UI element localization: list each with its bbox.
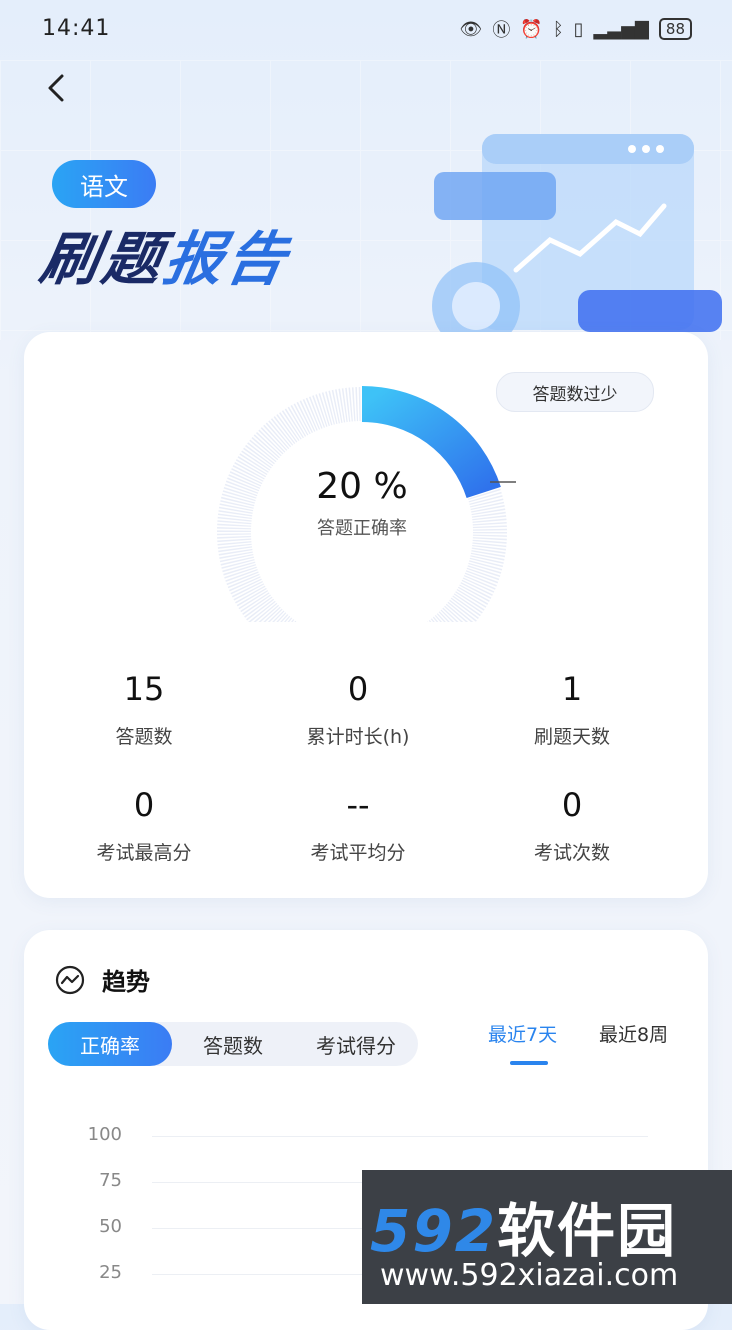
page-title-part2: 报告 xyxy=(159,225,296,293)
status-icons: 👁 Ⓝ ⏰ ᛒ ▯ ▂▃▅▇ 88 xyxy=(460,16,692,42)
accuracy-card: 答题数过少 20 % 答题正确率 15 答题数 0 累计时长(h) 1 刷题天数… xyxy=(24,332,708,898)
trend-metric-switch: 正确率 答题数 考试得分 xyxy=(48,1022,418,1066)
trend-title: 趋势 xyxy=(102,968,150,996)
stat-value: 0 xyxy=(347,670,369,708)
back-icon[interactable] xyxy=(40,70,76,106)
battery-indicator: 88 xyxy=(658,18,692,40)
watermark-brand-text: 软件园 xyxy=(497,1197,678,1265)
status-bar: 14:41 👁 Ⓝ ⏰ ᛒ ▯ ▂▃▅▇ 88 xyxy=(0,0,732,60)
stat-exam-count: 0 考试次数 xyxy=(462,786,682,865)
nfc-icon: Ⓝ xyxy=(492,20,511,41)
active-range-indicator xyxy=(510,1061,548,1065)
watermark-url: www.592xiazai.com xyxy=(380,1258,679,1293)
alarm-icon: ⏰ xyxy=(520,18,543,40)
stat-practice-days: 1 刷题天数 xyxy=(462,670,682,749)
stat-label: 考试次数 xyxy=(533,842,610,864)
gridline xyxy=(152,1136,648,1137)
y-tick-label: 75 xyxy=(99,1170,122,1191)
tab-last-7-days[interactable]: 最近7天 xyxy=(488,1020,557,1047)
status-time: 14:41 xyxy=(42,16,111,41)
stat-exam-average: -- 考试平均分 xyxy=(248,786,468,865)
vibrate-icon: ▯ xyxy=(573,18,584,40)
stat-label: 答题数 xyxy=(115,726,173,748)
signal-icon: ▂▃▅▇ xyxy=(593,18,649,40)
tab-last-8-weeks[interactable]: 最近8周 xyxy=(599,1020,668,1047)
watermark: 592软件园 www.592xiazai.com xyxy=(362,1170,732,1304)
stat-exam-high: 0 考试最高分 xyxy=(34,786,254,865)
stat-value: 15 xyxy=(123,670,165,708)
accuracy-percent: 20 % xyxy=(316,466,408,507)
report-illustration xyxy=(432,134,722,340)
stat-value: 1 xyxy=(561,670,583,708)
stat-label: 刷题天数 xyxy=(533,726,610,748)
y-tick-label: 100 xyxy=(87,1124,122,1145)
stat-value: 0 xyxy=(561,786,583,824)
trend-header: 趋势 xyxy=(54,962,150,997)
stat-value: -- xyxy=(346,786,370,824)
bluetooth-icon: ᛒ xyxy=(552,18,564,40)
stat-total-time: 0 累计时长(h) xyxy=(248,670,468,749)
watermark-brand: 592软件园 xyxy=(370,1184,677,1268)
stat-answer-count: 15 答题数 xyxy=(34,670,254,749)
accuracy-tip: 答题数过少 xyxy=(496,372,654,412)
stat-label: 考试平均分 xyxy=(310,842,406,864)
stat-label: 累计时长(h) xyxy=(306,726,410,748)
page-title-part1: 刷题 xyxy=(35,225,172,293)
stat-label: 考试最高分 xyxy=(96,842,192,864)
accuracy-label: 答题正确率 xyxy=(317,518,407,539)
watermark-brand-number: 592 xyxy=(370,1197,498,1265)
subject-badge: 语文 xyxy=(52,160,156,208)
y-tick-label: 25 xyxy=(99,1262,122,1283)
tab-accuracy[interactable]: 正确率 xyxy=(48,1022,172,1066)
tab-exam-score[interactable]: 考试得分 xyxy=(294,1022,418,1066)
eye-icon: 👁 xyxy=(459,18,483,40)
tab-answer-count[interactable]: 答题数 xyxy=(172,1022,294,1066)
y-tick-label: 50 xyxy=(99,1216,122,1237)
stat-value: 0 xyxy=(133,786,155,824)
trend-icon xyxy=(55,965,85,994)
page-title: 刷题报告 xyxy=(35,212,298,296)
